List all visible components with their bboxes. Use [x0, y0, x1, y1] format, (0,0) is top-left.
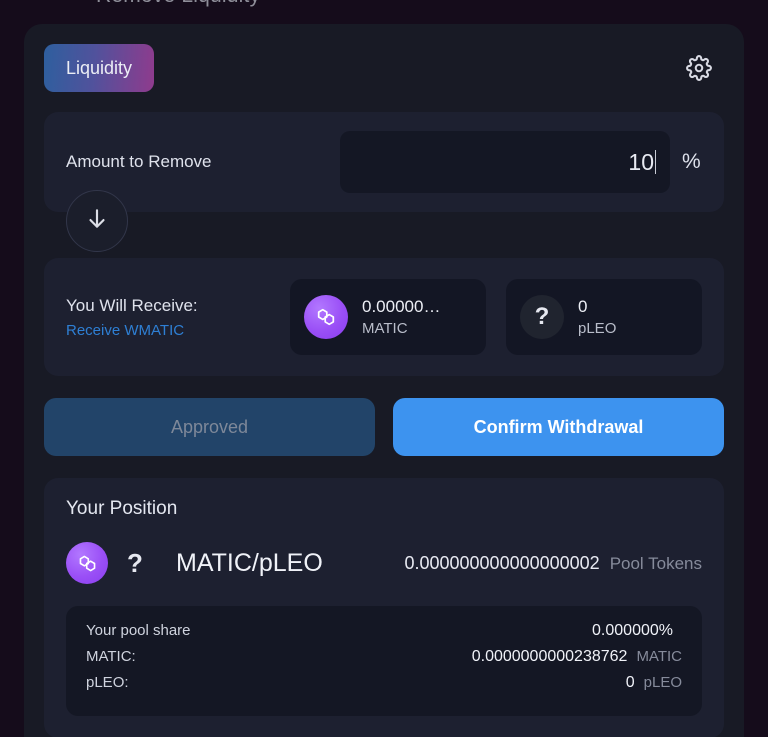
approved-button[interactable]: Approved [44, 398, 375, 456]
amount-to-remove-panel: Amount to Remove 10 % [44, 112, 724, 212]
detail-row-matic: MATIC: 0.0000000000238762 MATIC [86, 648, 682, 674]
page-heading-cutoff: Remove Liquidity [96, 0, 260, 8]
pair-name: MATIC/pLEO [176, 548, 323, 577]
confirm-withdrawal-button[interactable]: Confirm Withdrawal [393, 398, 724, 456]
receive-token-pleo[interactable]: ? 0 pLEO [506, 279, 702, 355]
your-position-title: Your Position [66, 498, 178, 519]
pool-tokens-value: 0.000000000000000002 [404, 552, 600, 573]
detail-value: 0 [625, 674, 635, 691]
action-buttons: Approved Confirm Withdrawal [44, 398, 724, 456]
pair-icons: ? [66, 542, 156, 584]
tab-liquidity[interactable]: Liquidity [44, 44, 155, 92]
confirm-withdrawal-label: Confirm Withdrawal [473, 416, 644, 437]
gear-icon [686, 55, 712, 81]
swap-direction-button[interactable] [66, 190, 128, 252]
detail-key: pLEO: [86, 674, 129, 691]
amount-input-value: 10 [628, 148, 654, 175]
position-details-box: Your pool share 0.000000% MATIC: 0.00000… [66, 606, 702, 716]
you-will-receive-label: You Will Receive: [66, 295, 198, 315]
approved-button-label: Approved [170, 416, 249, 437]
remove-liquidity-card: Liquidity Amount to Remove 10 % You Will… [24, 24, 744, 737]
tab-liquidity-label: Liquidity [66, 57, 133, 78]
app-shell: Remove Liquidity Liquidity Amount to Rem… [0, 0, 768, 737]
detail-value-group: 0.0000000000238762 MATIC [472, 648, 682, 666]
unknown-token-icon: ? [127, 547, 143, 578]
percent-unit-label: % [682, 150, 701, 173]
detail-value-group: 0.000000% [592, 622, 682, 640]
receive-wmatic-link[interactable]: Receive WMATIC [66, 322, 198, 339]
receive-token-pleo-amount: 0 [578, 297, 588, 317]
arrow-down-icon [84, 206, 110, 237]
detail-unit: MATIC [636, 648, 682, 665]
settings-button[interactable] [682, 51, 716, 85]
amount-to-remove-label: Amount to Remove [66, 152, 212, 171]
receive-token-cards: 0.00000… MATIC ? 0 pLEO [290, 279, 702, 355]
unknown-token-icon: ? [520, 295, 564, 339]
detail-value: 0.0000000000238762 [471, 648, 628, 665]
detail-value-group: 0 pLEO [626, 674, 682, 692]
pool-tokens: 0.000000000000000002 Pool Tokens [404, 553, 702, 574]
amount-input[interactable]: 10 [340, 131, 670, 193]
detail-value: 0.000000% [592, 622, 673, 639]
you-will-receive-panel: You Will Receive: Receive WMATIC 0.00000… [44, 258, 724, 376]
detail-row-pool-share: Your pool share 0.000000% [86, 622, 682, 648]
receive-token-matic[interactable]: 0.00000… MATIC [290, 279, 486, 355]
card-header: Liquidity [44, 44, 724, 92]
receive-labels: You Will Receive: Receive WMATIC [66, 296, 198, 339]
polygon-matic-icon [304, 295, 348, 339]
polygon-matic-icon [66, 542, 108, 584]
text-cursor [655, 150, 656, 174]
receive-token-pleo-symbol: pLEO [578, 319, 617, 337]
your-position-panel: Your Position ? MATIC/pLEO 0.00000000000… [44, 478, 724, 737]
detail-unit: pLEO [643, 674, 682, 691]
detail-key: MATIC: [86, 648, 136, 665]
amount-input-group: 10 % [340, 131, 702, 193]
pool-tokens-label: Pool Tokens [609, 553, 702, 573]
receive-token-pleo-text: 0 pLEO [578, 297, 616, 337]
receive-token-matic-amount: 0.00000… [362, 297, 441, 317]
detail-row-pleo: pLEO: 0 pLEO [86, 674, 682, 700]
detail-key: Your pool share [86, 622, 191, 639]
receive-token-matic-text: 0.00000… MATIC [362, 297, 440, 337]
position-pair-row: ? MATIC/pLEO 0.000000000000000002 Pool T… [66, 542, 702, 584]
receive-token-matic-symbol: MATIC [362, 319, 408, 337]
arrow-divider [44, 190, 724, 252]
